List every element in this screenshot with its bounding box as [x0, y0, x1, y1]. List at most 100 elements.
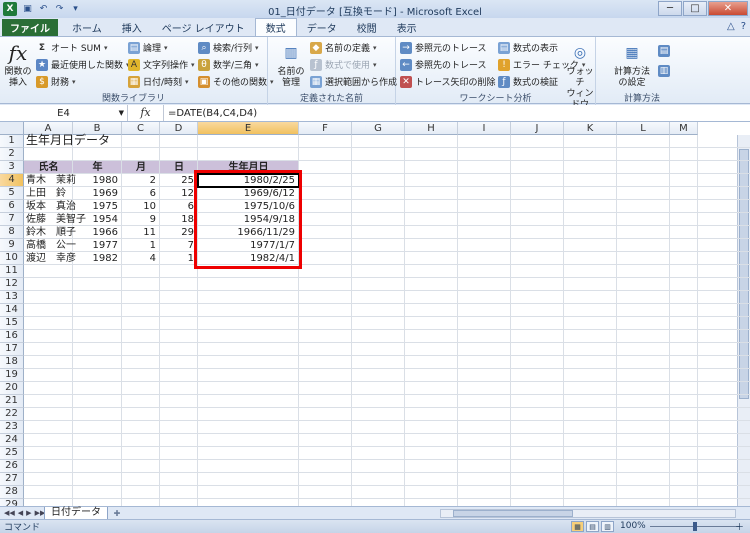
data-cell[interactable]: 11 — [122, 226, 156, 239]
row-header[interactable]: 23 — [0, 421, 24, 434]
more-functions-button[interactable]: ▣ その他の関数 ▾ — [198, 74, 274, 89]
data-cell[interactable]: 渡辺 幸彦 — [26, 252, 76, 265]
zoom-level[interactable]: 100% — [620, 521, 646, 531]
row-header[interactable]: 15 — [0, 317, 24, 330]
zoom-in-icon[interactable]: ＋ — [735, 520, 744, 533]
math-button[interactable]: θ 数学/三角 ▾ — [198, 57, 259, 72]
data-cell[interactable]: 12 — [160, 187, 194, 200]
row-header[interactable]: 10 — [0, 252, 24, 265]
row-header[interactable]: 29 — [0, 499, 24, 506]
close-button[interactable]: ✕ — [708, 1, 748, 16]
vertical-scrollbar[interactable] — [737, 135, 750, 506]
data-cell[interactable]: 1966 — [73, 226, 118, 239]
row-header[interactable]: 22 — [0, 408, 24, 421]
save-icon[interactable]: ▣ — [21, 3, 34, 16]
row-header[interactable]: 4 — [0, 174, 24, 187]
data-cell[interactable]: 6 — [160, 200, 194, 213]
select-all-corner[interactable] — [0, 122, 24, 135]
excel-logo-icon[interactable]: X — [3, 2, 17, 16]
data-cell[interactable]: 18 — [160, 213, 194, 226]
redo-icon[interactable]: ↷ — [53, 3, 66, 16]
help-icon[interactable]: ? — [741, 21, 746, 32]
next-sheet-icon[interactable]: ▶ — [26, 509, 31, 517]
name-manager-button[interactable]: ▥ 名前の 管理 — [274, 40, 308, 89]
row-header[interactable]: 7 — [0, 213, 24, 226]
data-cell[interactable]: 4 — [122, 252, 156, 265]
row-header[interactable]: 17 — [0, 343, 24, 356]
tab-6[interactable]: 校閲 — [347, 19, 387, 36]
datetime-button[interactable]: ▦ 日付/時刻 ▾ — [128, 74, 189, 89]
trace-precedents-button[interactable]: → 参照元のトレース — [400, 40, 487, 55]
data-cell[interactable]: 29 — [160, 226, 194, 239]
remove-arrows-button[interactable]: ✕ トレース矢印の削除▾ — [400, 74, 502, 89]
first-sheet-icon[interactable]: ◀◀ — [4, 509, 15, 517]
row-header[interactable]: 5 — [0, 187, 24, 200]
row-header[interactable]: 6 — [0, 200, 24, 213]
sheet-tab[interactable]: 日付データ — [44, 506, 108, 520]
column-header[interactable]: D — [160, 122, 198, 135]
column-header[interactable]: G — [352, 122, 405, 135]
data-cell[interactable]: 7 — [160, 239, 194, 252]
column-header[interactable]: F — [299, 122, 352, 135]
worksheet-grid[interactable]: A B C D E F G H I J K L M 1 2 3 4 5 6 7 8 9 10 11 12 13 14 15 16 17 18… — [0, 122, 750, 506]
customize-icon[interactable]: ▾ — [69, 3, 82, 16]
minimize-ribbon-icon[interactable]: △ — [727, 21, 735, 32]
column-header[interactable]: L — [617, 122, 670, 135]
column-header[interactable]: C — [122, 122, 160, 135]
column-header[interactable]: I — [458, 122, 511, 135]
name-box[interactable]: E4 ▼ — [0, 105, 128, 121]
row-header[interactable]: 21 — [0, 395, 24, 408]
insert-function-button[interactable]: fx 関数の 挿入 — [3, 40, 33, 89]
row-header[interactable]: 20 — [0, 382, 24, 395]
row-header[interactable]: 1 — [0, 135, 24, 148]
data-cell[interactable]: 佐藤 美智子 — [26, 213, 86, 226]
data-cell[interactable]: 25 — [160, 174, 194, 187]
insert-function-fx-button[interactable]: fx — [128, 105, 164, 121]
tab-4[interactable]: 数式 — [254, 18, 297, 36]
calc-sheet-button[interactable]: ▥ — [658, 63, 670, 78]
data-cell[interactable]: 1975 — [73, 200, 118, 213]
row-header[interactable]: 8 — [0, 226, 24, 239]
row-header[interactable]: 18 — [0, 356, 24, 369]
minimize-button[interactable]: ─ — [658, 1, 682, 16]
maximize-button[interactable]: □ — [683, 1, 707, 16]
insert-sheet-icon[interactable]: ✚ — [110, 508, 124, 519]
data-cell[interactable]: 坂本 真治 — [26, 200, 76, 213]
page-break-view-icon[interactable]: ▥ — [601, 521, 614, 532]
data-cell[interactable]: 9 — [122, 213, 156, 226]
formula-input[interactable]: =DATE(B4,C4,D4) — [164, 108, 257, 119]
logical-button[interactable]: ▤ 論理 ▾ — [128, 40, 168, 55]
row-header[interactable]: 24 — [0, 434, 24, 447]
recent-functions-button[interactable]: ★ 最近使用した関数▾ — [36, 57, 130, 72]
data-cell[interactable]: 高橋 公一 — [26, 239, 76, 252]
use-in-formula-button[interactable]: ƒ 数式で使用 ▾ — [310, 57, 377, 72]
trace-dependents-button[interactable]: ← 参照先のトレース — [400, 57, 487, 72]
data-cell[interactable]: 1954 — [73, 213, 118, 226]
row-header[interactable]: 12 — [0, 278, 24, 291]
row-header[interactable]: 19 — [0, 369, 24, 382]
text-functions-button[interactable]: A 文字列操作 ▾ — [128, 57, 195, 72]
column-header[interactable]: E — [198, 122, 299, 135]
data-cell[interactable]: 鈴木 順子 — [26, 226, 76, 239]
evaluate-formula-button[interactable]: ƒ 数式の検証 — [498, 74, 558, 89]
row-header[interactable]: 14 — [0, 304, 24, 317]
page-layout-view-icon[interactable]: ▤ — [586, 521, 599, 532]
data-cell[interactable]: 上田 鈴 — [26, 187, 73, 200]
tab-1[interactable]: ホーム — [62, 19, 112, 36]
lookup-button[interactable]: ⌕ 検索/行列 ▾ — [198, 40, 259, 55]
define-name-button[interactable]: ◆ 名前の定義 ▾ — [310, 40, 377, 55]
column-header[interactable]: J — [511, 122, 564, 135]
data-cell[interactable]: 青木 茉莉 — [26, 174, 76, 187]
calc-options-button[interactable]: ▦ 計算方法 の設定 — [610, 40, 654, 89]
row-header[interactable]: 26 — [0, 460, 24, 473]
undo-icon[interactable]: ↶ — [37, 3, 50, 16]
row-header[interactable]: 28 — [0, 486, 24, 499]
row-header[interactable]: 25 — [0, 447, 24, 460]
row-header[interactable]: 3 — [0, 161, 24, 174]
data-cell[interactable]: 1982 — [73, 252, 118, 265]
data-cell[interactable]: 2 — [122, 174, 156, 187]
row-header[interactable]: 9 — [0, 239, 24, 252]
create-from-selection-button[interactable]: ▦ 選択範囲から作成 — [310, 74, 397, 89]
row-header[interactable]: 27 — [0, 473, 24, 486]
data-cell[interactable]: 1977 — [73, 239, 118, 252]
